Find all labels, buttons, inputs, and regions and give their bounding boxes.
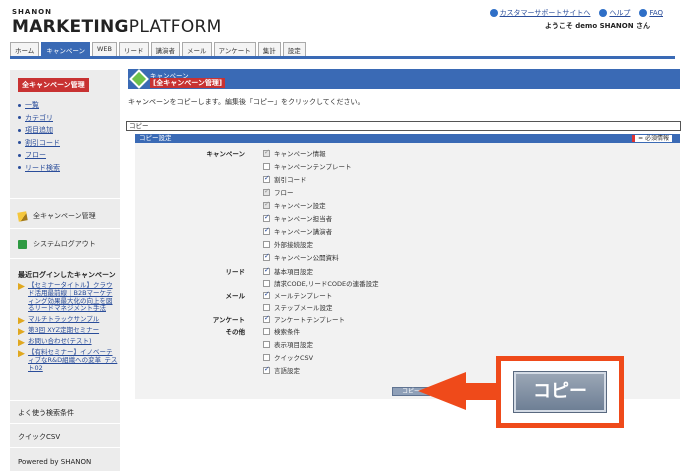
arrow-shape bbox=[418, 372, 500, 410]
zoomed-copy-button: コピー bbox=[514, 372, 606, 412]
